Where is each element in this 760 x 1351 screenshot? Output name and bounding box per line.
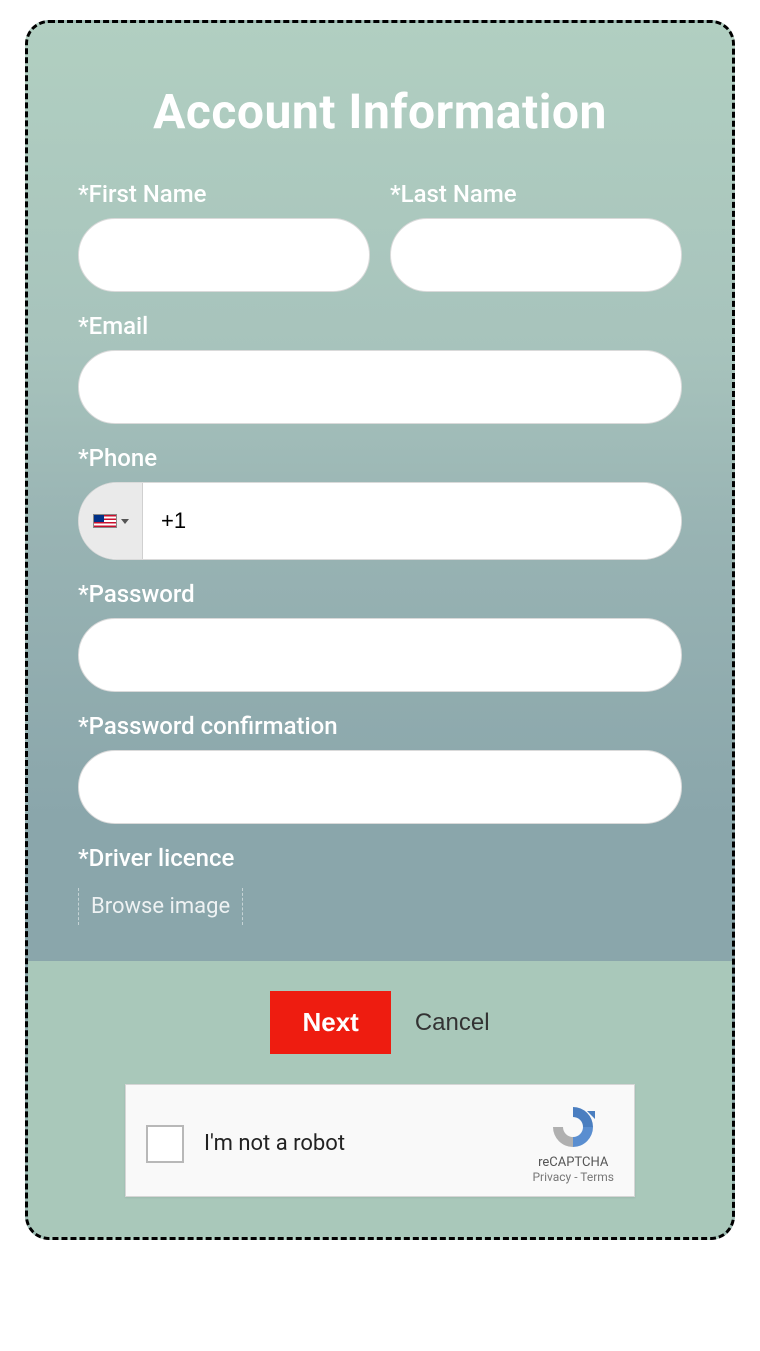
last-name-input[interactable] bbox=[390, 218, 682, 292]
recaptcha-terms-link[interactable]: Terms bbox=[580, 1170, 614, 1184]
phone-label: *Phone bbox=[78, 444, 682, 472]
password-input[interactable] bbox=[78, 618, 682, 692]
recaptcha-logo-icon bbox=[549, 1103, 597, 1151]
chevron-down-icon bbox=[121, 519, 129, 524]
account-form-card: Account Information *First Name *Last Na… bbox=[25, 20, 735, 1240]
last-name-label: *Last Name bbox=[390, 180, 682, 208]
first-name-input[interactable] bbox=[78, 218, 370, 292]
phone-input[interactable] bbox=[143, 483, 681, 559]
email-input[interactable] bbox=[78, 350, 682, 424]
recaptcha-privacy-link[interactable]: Privacy bbox=[532, 1170, 571, 1184]
form-footer: Next Cancel I'm not a robot reCAPTCHA bbox=[28, 961, 732, 1237]
email-label: *Email bbox=[78, 312, 682, 340]
driver-licence-label: *Driver licence bbox=[78, 844, 682, 872]
recaptcha-widget: I'm not a robot reCAPTCHA Privacy - Term… bbox=[125, 1084, 635, 1197]
us-flag-icon bbox=[93, 514, 117, 528]
page-title: Account Information bbox=[78, 83, 682, 140]
password-confirm-input[interactable] bbox=[78, 750, 682, 824]
password-label: *Password bbox=[78, 580, 682, 608]
recaptcha-label: I'm not a robot bbox=[204, 1131, 345, 1156]
recaptcha-brand: reCAPTCHA bbox=[532, 1155, 614, 1170]
phone-input-group bbox=[78, 482, 682, 560]
next-button[interactable]: Next bbox=[270, 991, 390, 1054]
cancel-button[interactable]: Cancel bbox=[415, 1009, 490, 1037]
password-confirm-label: *Password confirmation bbox=[78, 712, 682, 740]
browse-image-label: Browse image bbox=[91, 894, 230, 919]
browse-image-button[interactable]: Browse image bbox=[78, 888, 243, 925]
recaptcha-checkbox[interactable] bbox=[146, 1125, 184, 1163]
form-area: Account Information *First Name *Last Na… bbox=[28, 23, 732, 961]
recaptcha-legal: Privacy - Terms bbox=[532, 1170, 614, 1184]
country-code-select[interactable] bbox=[79, 483, 143, 559]
first-name-label: *First Name bbox=[78, 180, 370, 208]
